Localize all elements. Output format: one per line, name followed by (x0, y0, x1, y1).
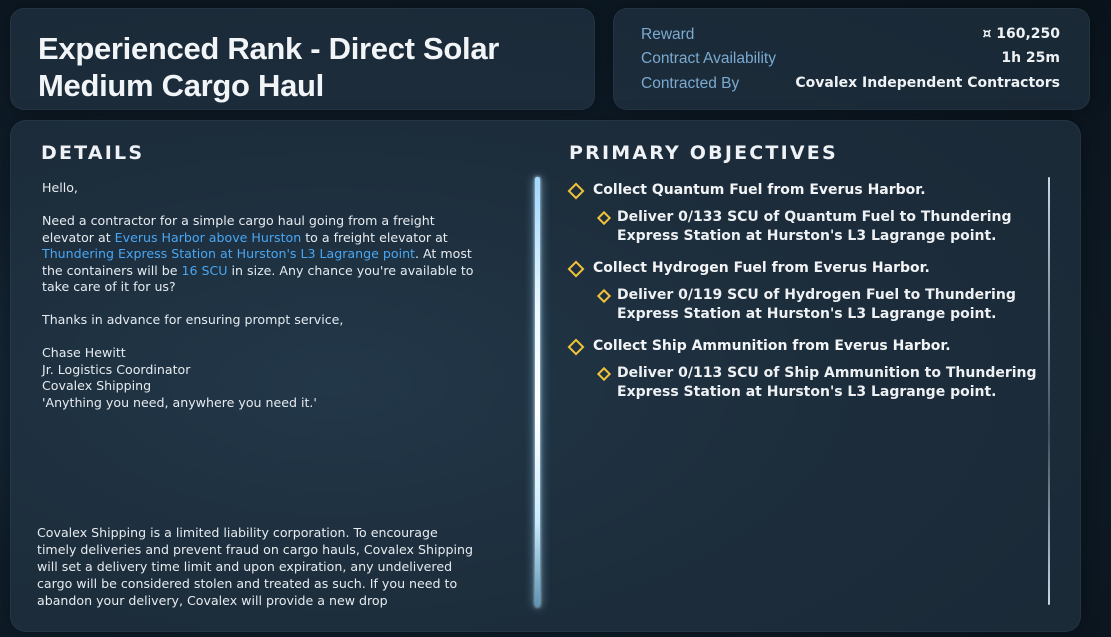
objective-diamond-icon (567, 182, 585, 200)
objectives-list: Collect Quantum Fuel from Everus Harbor.… (567, 182, 1039, 416)
reward-row: Reward ¤ 160,250 (641, 26, 1060, 46)
objective-item: Collect Quantum Fuel from Everus Harbor.… (567, 182, 1039, 246)
details-scrollbar[interactable] (535, 177, 540, 607)
details-greeting: Hello, (42, 180, 78, 195)
objective-item: Collect Ship Ammunition from Everus Harb… (567, 338, 1039, 402)
cargo-size-highlight: 16 SCU (181, 262, 228, 278)
objective-label: Collect Quantum Fuel from Everus Harbor. (593, 182, 926, 198)
sub-objective-diamond-icon (596, 288, 612, 304)
availability-row: Contract Availability 1h 25m (641, 50, 1060, 70)
contracted-by-value: Covalex Independent Contractors (795, 75, 1060, 91)
sub-objective: Deliver 0/119 SCU of Hydrogen Fuel to Th… (596, 286, 1039, 324)
contract-info-panel: Reward ¤ 160,250 Contract Availability 1… (613, 8, 1090, 110)
objective-diamond-icon (567, 260, 585, 278)
objective-item: Collect Hydrogen Fuel from Everus Harbor… (567, 260, 1039, 324)
reward-value: ¤ 160,250 (982, 26, 1060, 42)
details-text[interactable]: Hello, Need a contractor for a simple ca… (42, 180, 482, 411)
objective-diamond-icon (567, 338, 585, 356)
objective-header: Collect Quantum Fuel from Everus Harbor. (567, 182, 1039, 200)
objective-header: Collect Ship Ammunition from Everus Harb… (567, 338, 1039, 356)
details-text-segment: to a freight elevator at (301, 229, 448, 245)
objective-label: Collect Ship Ammunition from Everus Harb… (593, 338, 951, 354)
objectives-scrollbar[interactable] (1048, 177, 1050, 605)
contract-title: Experienced Rank - Direct Solar Medium C… (38, 31, 500, 103)
sub-objective-diamond-icon (596, 366, 612, 382)
availability-label: Contract Availability (641, 50, 776, 67)
sub-objective-label: Deliver 0/113 SCU of Ship Ammunition to … (617, 365, 1037, 400)
details-paragraph: Need a contractor for a simple cargo hau… (42, 213, 482, 296)
details-heading: DETAILS (41, 142, 145, 164)
contract-title-panel: Experienced Rank - Direct Solar Medium C… (10, 8, 595, 110)
contracted-by-label: Contracted By (641, 75, 740, 92)
contract-body-panel: DETAILS Hello, Need a contractor for a s… (10, 120, 1081, 632)
objectives-heading: PRIMARY OBJECTIVES (569, 142, 838, 164)
contracted-by-row: Contracted By Covalex Independent Contra… (641, 75, 1060, 95)
signature-motto: 'Anything you need, anywhere you need it… (42, 394, 317, 410)
signature-name: Chase Hewitt (42, 345, 126, 360)
signature-company: Covalex Shipping (42, 378, 152, 393)
objective-header: Collect Hydrogen Fuel from Everus Harbor… (567, 260, 1039, 278)
availability-value: 1h 25m (1001, 50, 1060, 66)
sub-objective-diamond-icon (596, 210, 612, 226)
sub-objective: Deliver 0/113 SCU of Ship Ammunition to … (596, 364, 1039, 402)
details-thanks: Thanks in advance for ensuring prompt se… (42, 312, 344, 327)
origin-location-link[interactable]: Everus Harbor above Hurston (115, 230, 302, 245)
sub-objective-label: Deliver 0/119 SCU of Hydrogen Fuel to Th… (617, 287, 1016, 322)
destination-location-link[interactable]: Thundering Express Station at Hurston's … (42, 246, 415, 261)
reward-label: Reward (641, 26, 695, 43)
disclaimer-text: Covalex Shipping is a limited liability … (37, 525, 473, 608)
signature-title: Jr. Logistics Coordinator (42, 361, 191, 377)
sub-objective: Deliver 0/133 SCU of Quantum Fuel to Thu… (596, 208, 1039, 246)
sub-objective-label: Deliver 0/133 SCU of Quantum Fuel to Thu… (617, 209, 1012, 244)
objective-label: Collect Hydrogen Fuel from Everus Harbor… (593, 260, 930, 276)
